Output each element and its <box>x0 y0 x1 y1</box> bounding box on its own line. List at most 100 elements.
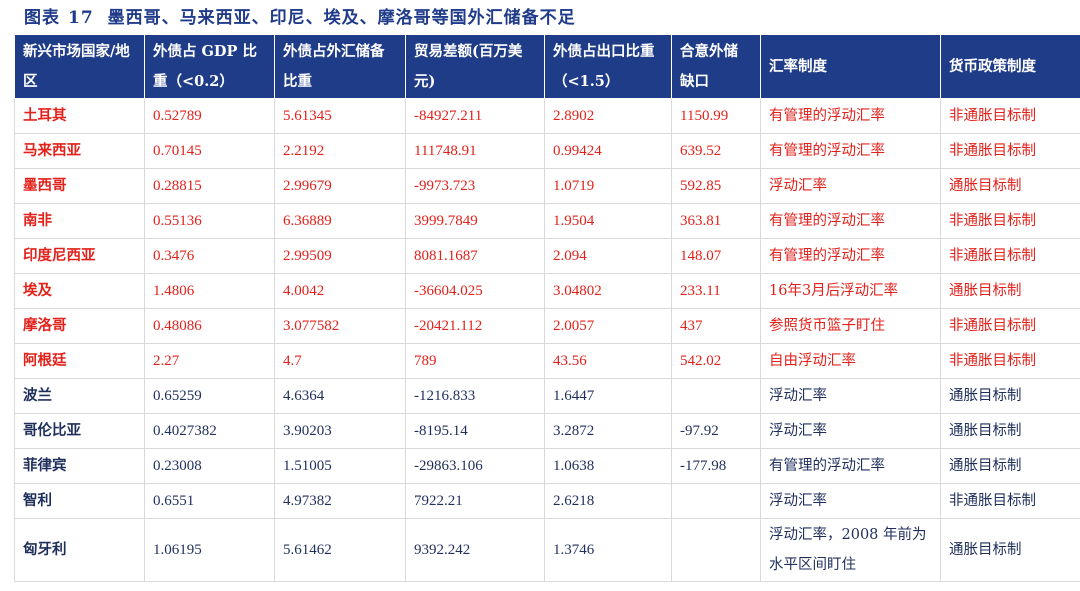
cell-reserve-gap: -97.92 <box>671 413 761 449</box>
cell-country: 埃及 <box>14 273 145 309</box>
cell-reserve-gap: 233.11 <box>671 273 761 309</box>
cell-exchange-regime: 有管理的浮动汇率 <box>760 203 941 239</box>
cell-debt-reserves: 4.6364 <box>274 378 406 414</box>
cell-debt-reserves: 5.61462 <box>274 518 406 582</box>
cell-monetary-regime: 通胀目标制 <box>940 168 1080 204</box>
cell-trade-balance: -84927.211 <box>405 98 545 134</box>
cell-debt-reserves: 2.99679 <box>274 168 406 204</box>
cell-trade-balance: -9973.723 <box>405 168 545 204</box>
cell-debt-reserves: 3.90203 <box>274 413 406 449</box>
cell-monetary-regime: 非通胀目标制 <box>940 133 1080 169</box>
cell-debt-reserves: 4.7 <box>274 343 406 379</box>
cell-debt-gdp: 1.4806 <box>144 273 275 309</box>
cell-country: 波兰 <box>14 378 145 414</box>
table-row: 匈牙利 1.06195 5.61462 9392.242 1.3746 浮动汇率，2008… <box>14 518 1080 582</box>
cell-reserve-gap: 639.52 <box>671 133 761 169</box>
table-row: 哥伦比亚 0.4027382 3.90203 -8195.14 3.2872 -97.92… <box>14 413 1080 449</box>
figure-title-text: 墨西哥、马来西亚、印尼、埃及、摩洛哥等国外汇储备不足 <box>107 8 576 28</box>
cell-monetary-regime: 通胀目标制 <box>940 413 1080 449</box>
cell-reserve-gap: 148.07 <box>671 238 761 274</box>
table-row: 土耳其 0.52789 5.61345 -84927.211 2.8902 1150.99… <box>14 98 1080 134</box>
cell-monetary-regime: 非通胀目标制 <box>940 238 1080 274</box>
cell-reserve-gap: -177.98 <box>671 448 761 484</box>
cell-reserve-gap: 437 <box>671 308 761 344</box>
cell-exchange-regime: 16年3月后浮动汇率 <box>760 273 941 309</box>
cell-exchange-regime: 浮动汇率 <box>760 483 941 519</box>
cell-debt-reserves: 4.0042 <box>274 273 406 309</box>
cell-debt-reserves: 2.99509 <box>274 238 406 274</box>
cell-exchange-regime: 参照货币篮子盯住 <box>760 308 941 344</box>
cell-exchange-regime: 有管理的浮动汇率 <box>760 448 941 484</box>
cell-debt-gdp: 0.52789 <box>144 98 275 134</box>
cell-monetary-regime: 非通胀目标制 <box>940 483 1080 519</box>
cell-trade-balance: 7922.21 <box>405 483 545 519</box>
cell-trade-balance: 8081.1687 <box>405 238 545 274</box>
cell-debt-gdp: 1.06195 <box>144 518 275 582</box>
reserves-table: 新兴市场国家/地区 外债占 GDP 比重（<0.2） 外债占外汇储备比重 贸易差… <box>14 34 1080 582</box>
cell-reserve-gap: 363.81 <box>671 203 761 239</box>
header-row: 新兴市场国家/地区 外债占 GDP 比重（<0.2） 外债占外汇储备比重 贸易差… <box>14 34 1080 99</box>
cell-country: 智利 <box>14 483 145 519</box>
figure-title: 图表 17 墨西哥、马来西亚、印尼、埃及、摩洛哥等国外汇储备不足 <box>24 4 576 32</box>
table-body: 土耳其 0.52789 5.61345 -84927.211 2.8902 1150.99… <box>14 98 1080 582</box>
table-row: 墨西哥 0.28815 2.99679 -9973.723 1.0719 592.85 浮动… <box>14 168 1080 204</box>
header-debt-gdp: 外债占 GDP 比重（<0.2） <box>144 34 275 99</box>
cell-trade-balance: -29863.106 <box>405 448 545 484</box>
cell-debt-gdp: 0.6551 <box>144 483 275 519</box>
cell-debt-exports: 3.2872 <box>544 413 672 449</box>
cell-reserve-gap: 542.02 <box>671 343 761 379</box>
cell-country: 印度尼西亚 <box>14 238 145 274</box>
cell-debt-exports: 1.9504 <box>544 203 672 239</box>
cell-debt-exports: 1.3746 <box>544 518 672 582</box>
cell-debt-exports: 2.0057 <box>544 308 672 344</box>
cell-country: 墨西哥 <box>14 168 145 204</box>
cell-country: 阿根廷 <box>14 343 145 379</box>
table-row: 智利 0.6551 4.97382 7922.21 2.6218 浮动汇率 非通胀目标制 <box>14 483 1080 519</box>
cell-debt-reserves: 1.51005 <box>274 448 406 484</box>
header-exchange-regime: 汇率制度 <box>760 34 941 99</box>
cell-trade-balance: -20421.112 <box>405 308 545 344</box>
cell-reserve-gap: 592.85 <box>671 168 761 204</box>
cell-debt-gdp: 2.27 <box>144 343 275 379</box>
cell-monetary-regime: 通胀目标制 <box>940 378 1080 414</box>
cell-debt-gdp: 0.3476 <box>144 238 275 274</box>
cell-debt-reserves: 5.61345 <box>274 98 406 134</box>
header-trade-balance: 贸易差额(百万美元) <box>405 34 545 99</box>
cell-trade-balance: -1216.833 <box>405 378 545 414</box>
cell-debt-exports: 2.094 <box>544 238 672 274</box>
cell-debt-exports: 2.8902 <box>544 98 672 134</box>
cell-debt-gdp: 0.23008 <box>144 448 275 484</box>
cell-trade-balance: 3999.7849 <box>405 203 545 239</box>
cell-country: 匈牙利 <box>14 518 145 582</box>
cell-reserve-gap: 1150.99 <box>671 98 761 134</box>
cell-exchange-regime: 有管理的浮动汇率 <box>760 238 941 274</box>
cell-trade-balance: 9392.242 <box>405 518 545 582</box>
cell-exchange-regime: 浮动汇率，2008 年前为水平区间盯住 <box>760 518 941 582</box>
cell-exchange-regime: 有管理的浮动汇率 <box>760 133 941 169</box>
header-reserve-gap: 合意外储缺口 <box>671 34 761 99</box>
cell-debt-exports: 1.6447 <box>544 378 672 414</box>
cell-monetary-regime: 通胀目标制 <box>940 448 1080 484</box>
cell-exchange-regime: 有管理的浮动汇率 <box>760 98 941 134</box>
cell-country: 土耳其 <box>14 98 145 134</box>
cell-trade-balance: 111748.91 <box>405 133 545 169</box>
cell-monetary-regime: 非通胀目标制 <box>940 308 1080 344</box>
header-debt-reserves: 外债占外汇储备比重 <box>274 34 406 99</box>
header-debt-exports: 外债占出口比重（<1.5） <box>544 34 672 99</box>
cell-monetary-regime: 通胀目标制 <box>940 273 1080 309</box>
cell-exchange-regime: 浮动汇率 <box>760 168 941 204</box>
table-row: 埃及 1.4806 4.0042 -36604.025 3.04802 233.11 16年… <box>14 273 1080 309</box>
cell-debt-gdp: 0.48086 <box>144 308 275 344</box>
cell-monetary-regime: 非通胀目标制 <box>940 343 1080 379</box>
cell-debt-reserves: 2.2192 <box>274 133 406 169</box>
cell-debt-exports: 0.99424 <box>544 133 672 169</box>
cell-debt-gdp: 0.70145 <box>144 133 275 169</box>
cell-exchange-regime: 浮动汇率 <box>760 413 941 449</box>
cell-debt-gdp: 0.55136 <box>144 203 275 239</box>
cell-country: 马来西亚 <box>14 133 145 169</box>
cell-debt-gdp: 0.65259 <box>144 378 275 414</box>
cell-debt-reserves: 3.077582 <box>274 308 406 344</box>
cell-exchange-regime: 浮动汇率 <box>760 378 941 414</box>
cell-trade-balance: -8195.14 <box>405 413 545 449</box>
figure-number: 17 <box>68 8 94 28</box>
